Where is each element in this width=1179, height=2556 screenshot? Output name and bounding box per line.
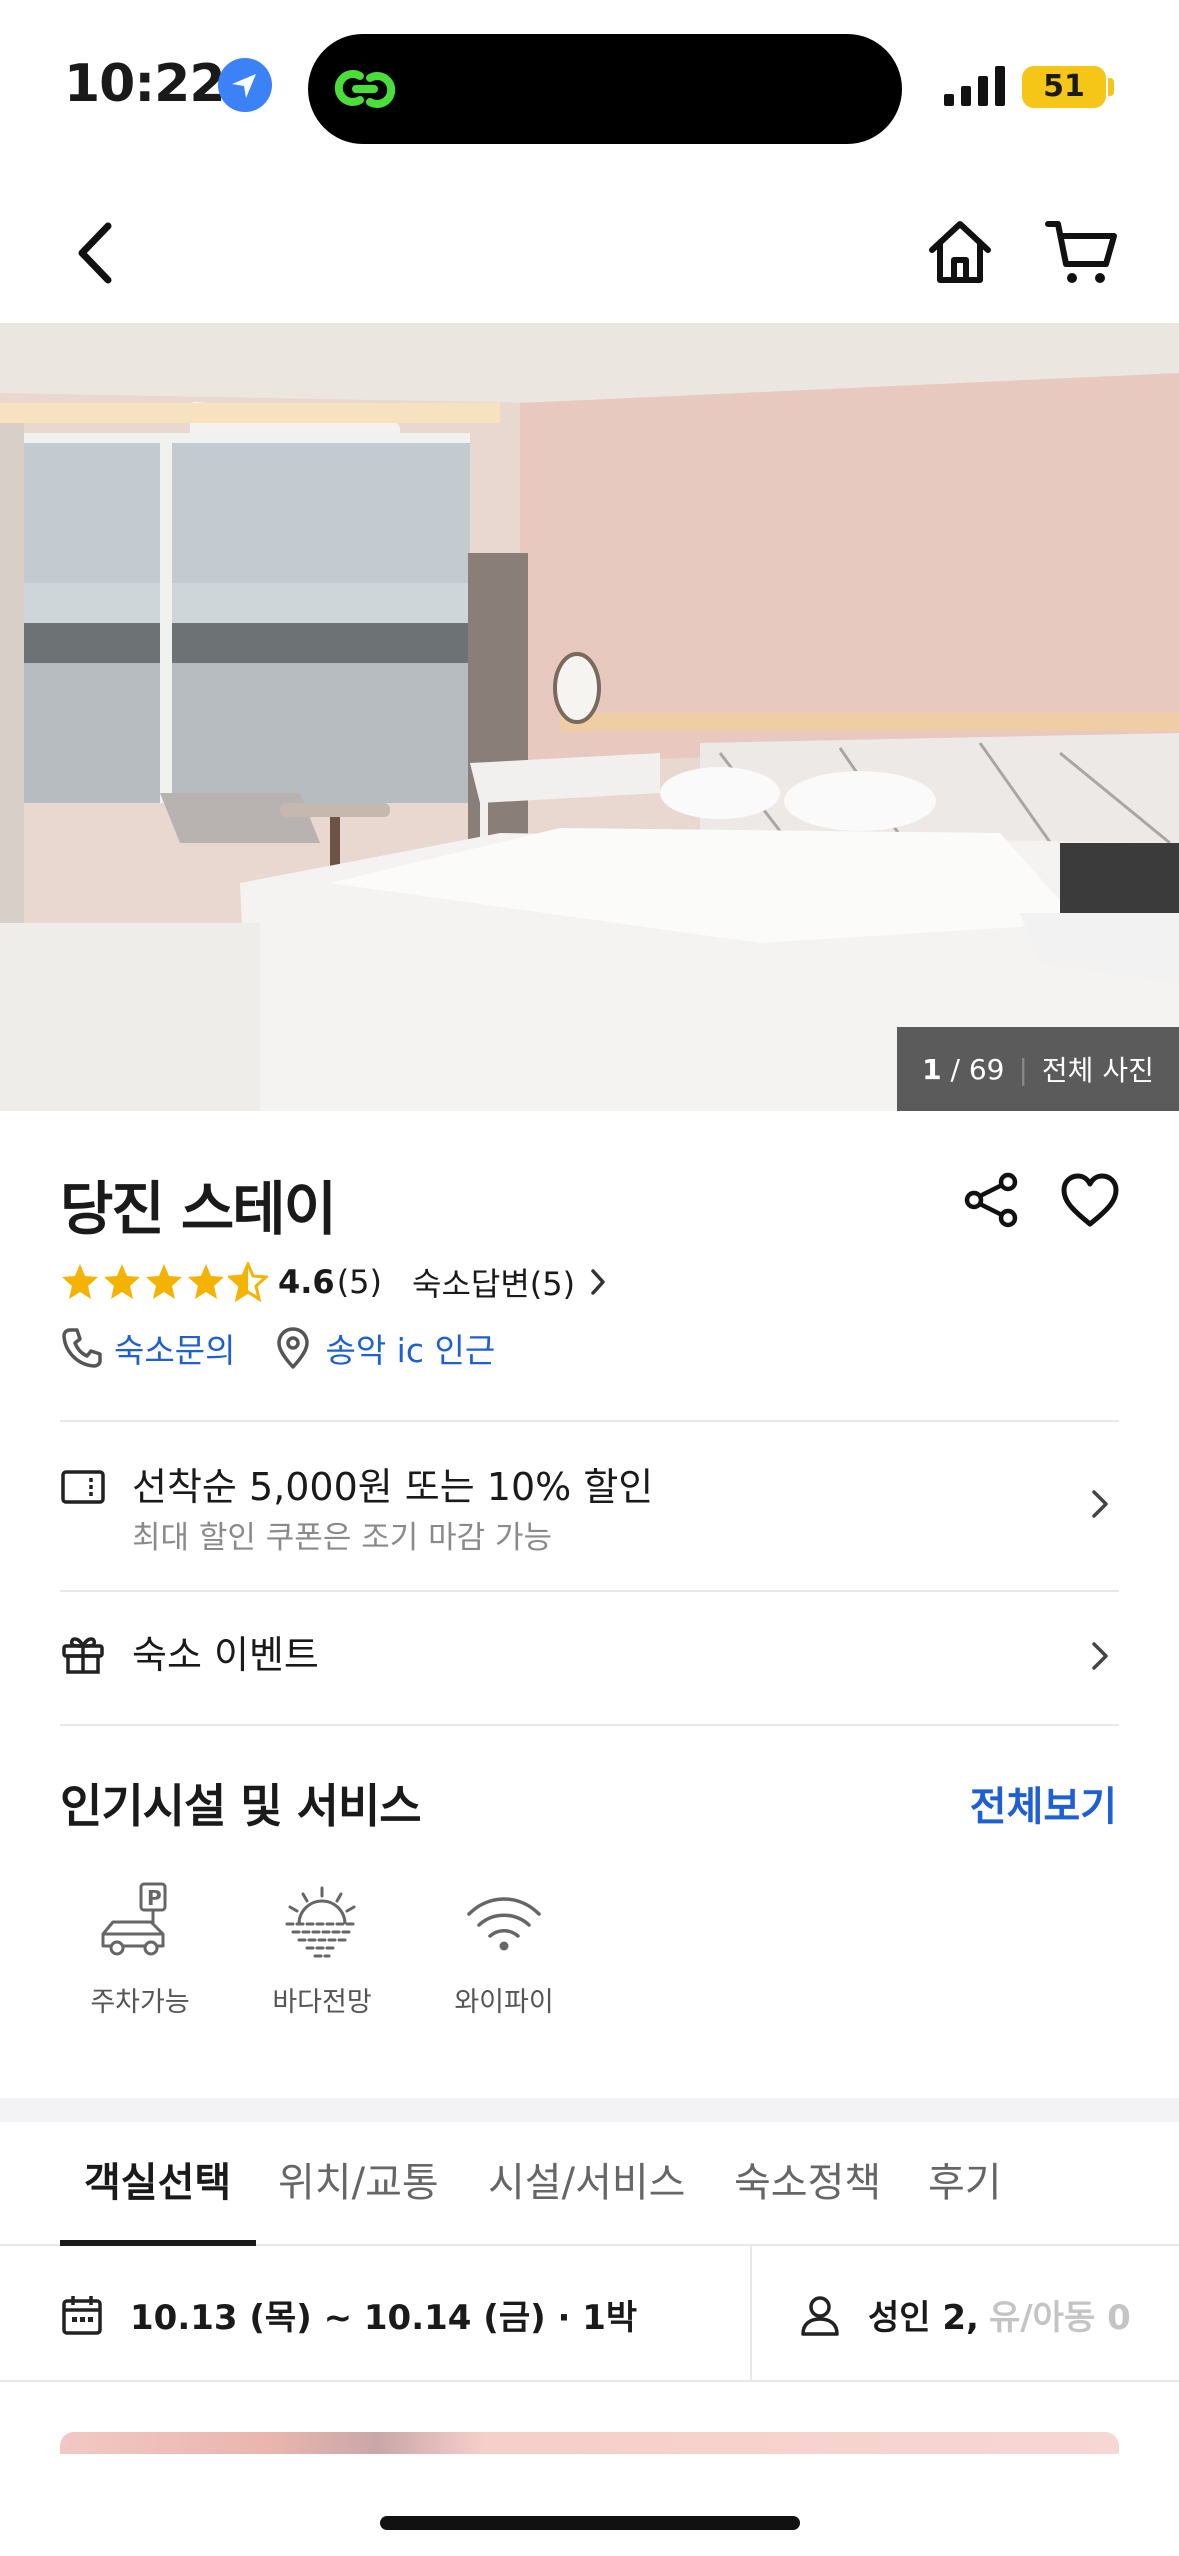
parking-icon: P <box>101 1882 167 1956</box>
status-time: 10:22 <box>64 54 226 114</box>
photo-counter-separator: | <box>1018 1052 1028 1086</box>
coupon-subtitle: 최대 할인 쿠폰은 조기 마감 가능 <box>132 1520 553 1556</box>
home-indicator <box>380 2516 800 2530</box>
photo-counter[interactable]: 1 / 69 | 전체 사진 <box>897 1027 1179 1111</box>
status-bar: 10:22 51 <box>0 0 1179 175</box>
host-reply-link[interactable]: 숙소답변(5) <box>412 1259 575 1305</box>
photo-current: 1 <box>922 1052 942 1086</box>
detail-tabs: 객실선택 위치/교통 시설/서비스 숙소정책 후기 <box>0 2122 1179 2246</box>
amenity-wifi: 와이파이 <box>434 1880 574 2019</box>
amenities-title: 인기시설 및 서비스 <box>60 1779 422 1833</box>
tab-reviews[interactable]: 후기 <box>928 2150 1002 2208</box>
room-card-preview[interactable] <box>60 2432 1119 2454</box>
room-illustration <box>0 323 1179 1111</box>
tab-room-select[interactable]: 객실선택 <box>84 2150 231 2208</box>
stay-dates: 10.13 (목) ~ 10.14 (금) · 1박 <box>130 2298 638 2338</box>
share-icon[interactable] <box>962 1170 1022 1230</box>
gift-icon <box>62 1637 104 1674</box>
contact-location-row: 숙소문의 송악 ic 인근 <box>60 1320 495 1376</box>
coupon-title: 선착순 5,000원 또는 10% 할인 <box>132 1465 654 1509</box>
location-pin-icon <box>277 1327 310 1369</box>
star-icon <box>104 1264 140 1299</box>
phone-icon <box>62 1328 102 1368</box>
star-icon <box>188 1264 224 1299</box>
date-selector[interactable]: 10.13 (목) ~ 10.14 (금) · 1박 <box>60 2290 637 2339</box>
star-rating <box>60 1262 268 1302</box>
hotel-room-photo[interactable]: 1 / 69 | 전체 사진 <box>0 323 1179 1111</box>
guest-selector[interactable]: 성인 2, 유/아동 0 <box>798 2290 1131 2339</box>
amenity-label: 주차가능 <box>90 1987 190 2018</box>
rating-row: 4.6 (5) 숙소답변(5) <box>60 1258 613 1306</box>
star-icon <box>146 1264 182 1299</box>
coupon-icon <box>61 1470 105 1504</box>
location-arrow-icon <box>218 58 272 112</box>
tab-location[interactable]: 위치/교통 <box>278 2150 439 2208</box>
chevron-right-icon[interactable] <box>1085 1636 1115 1676</box>
event-promo-row[interactable]: 숙소 이벤트 <box>60 1590 1119 1724</box>
tab-facilities[interactable]: 시설/서비스 <box>488 2150 685 2208</box>
rating-count: (5) <box>336 1263 383 1301</box>
top-navigation <box>0 190 1179 320</box>
cellular-signal-icon <box>944 66 1005 106</box>
home-icon[interactable] <box>924 216 996 288</box>
contact-property-link[interactable]: 숙소문의 <box>114 1324 235 1372</box>
location-link[interactable]: 송악 ic 인근 <box>325 1324 495 1372</box>
battery-level: 51 <box>1022 66 1106 108</box>
child-count: 유/아동 0 <box>988 2298 1131 2338</box>
vertical-divider <box>750 2246 752 2382</box>
event-title: 숙소 이벤트 <box>132 1633 319 1677</box>
all-photos-link[interactable]: 전체 사진 <box>1042 1049 1154 1089</box>
section-separator <box>0 2098 1179 2122</box>
divider <box>60 1724 1119 1726</box>
photo-total: / 69 <box>950 1052 1005 1086</box>
amenity-label: 바다전망 <box>272 1987 372 2018</box>
chevron-right-icon[interactable] <box>1085 1484 1115 1524</box>
person-icon <box>801 2295 839 2336</box>
amenities-list: P 주차가능 바다전망 와이파이 <box>70 1880 574 2019</box>
star-icon <box>62 1264 98 1299</box>
sunrise-ocean-icon <box>285 1886 359 1958</box>
chevron-right-icon[interactable] <box>583 1265 613 1299</box>
booking-options-row: 10.13 (목) ~ 10.14 (금) · 1박 성인 2, 유/아동 0 <box>0 2246 1179 2382</box>
adult-count: 성인 2, <box>868 2298 979 2338</box>
amenity-label: 와이파이 <box>454 1987 554 2018</box>
svg-text:P: P <box>147 1886 162 1910</box>
property-name: 당진 스테이 <box>60 1175 337 1243</box>
back-arrow-icon[interactable] <box>62 218 132 288</box>
tab-policy[interactable]: 숙소정책 <box>734 2150 881 2208</box>
link-app-icon <box>334 70 396 108</box>
see-all-link[interactable]: 전체보기 <box>970 1774 1117 1832</box>
rating-value: 4.6 <box>278 1263 335 1301</box>
heart-icon[interactable] <box>1060 1172 1120 1230</box>
dynamic-island <box>308 34 902 144</box>
amenity-ocean-view: 바다전망 <box>252 1880 392 2019</box>
half-star-icon <box>228 1262 268 1302</box>
battery-tip <box>1108 78 1114 96</box>
wifi-icon <box>467 1897 541 1951</box>
cart-icon[interactable] <box>1044 216 1120 288</box>
coupon-promo-row[interactable]: 선착순 5,000원 또는 10% 할인 최대 할인 쿠폰은 조기 마감 가능 <box>60 1420 1119 1590</box>
amenity-parking: P 주차가능 <box>70 1880 210 2019</box>
calendar-icon <box>62 2295 102 2335</box>
